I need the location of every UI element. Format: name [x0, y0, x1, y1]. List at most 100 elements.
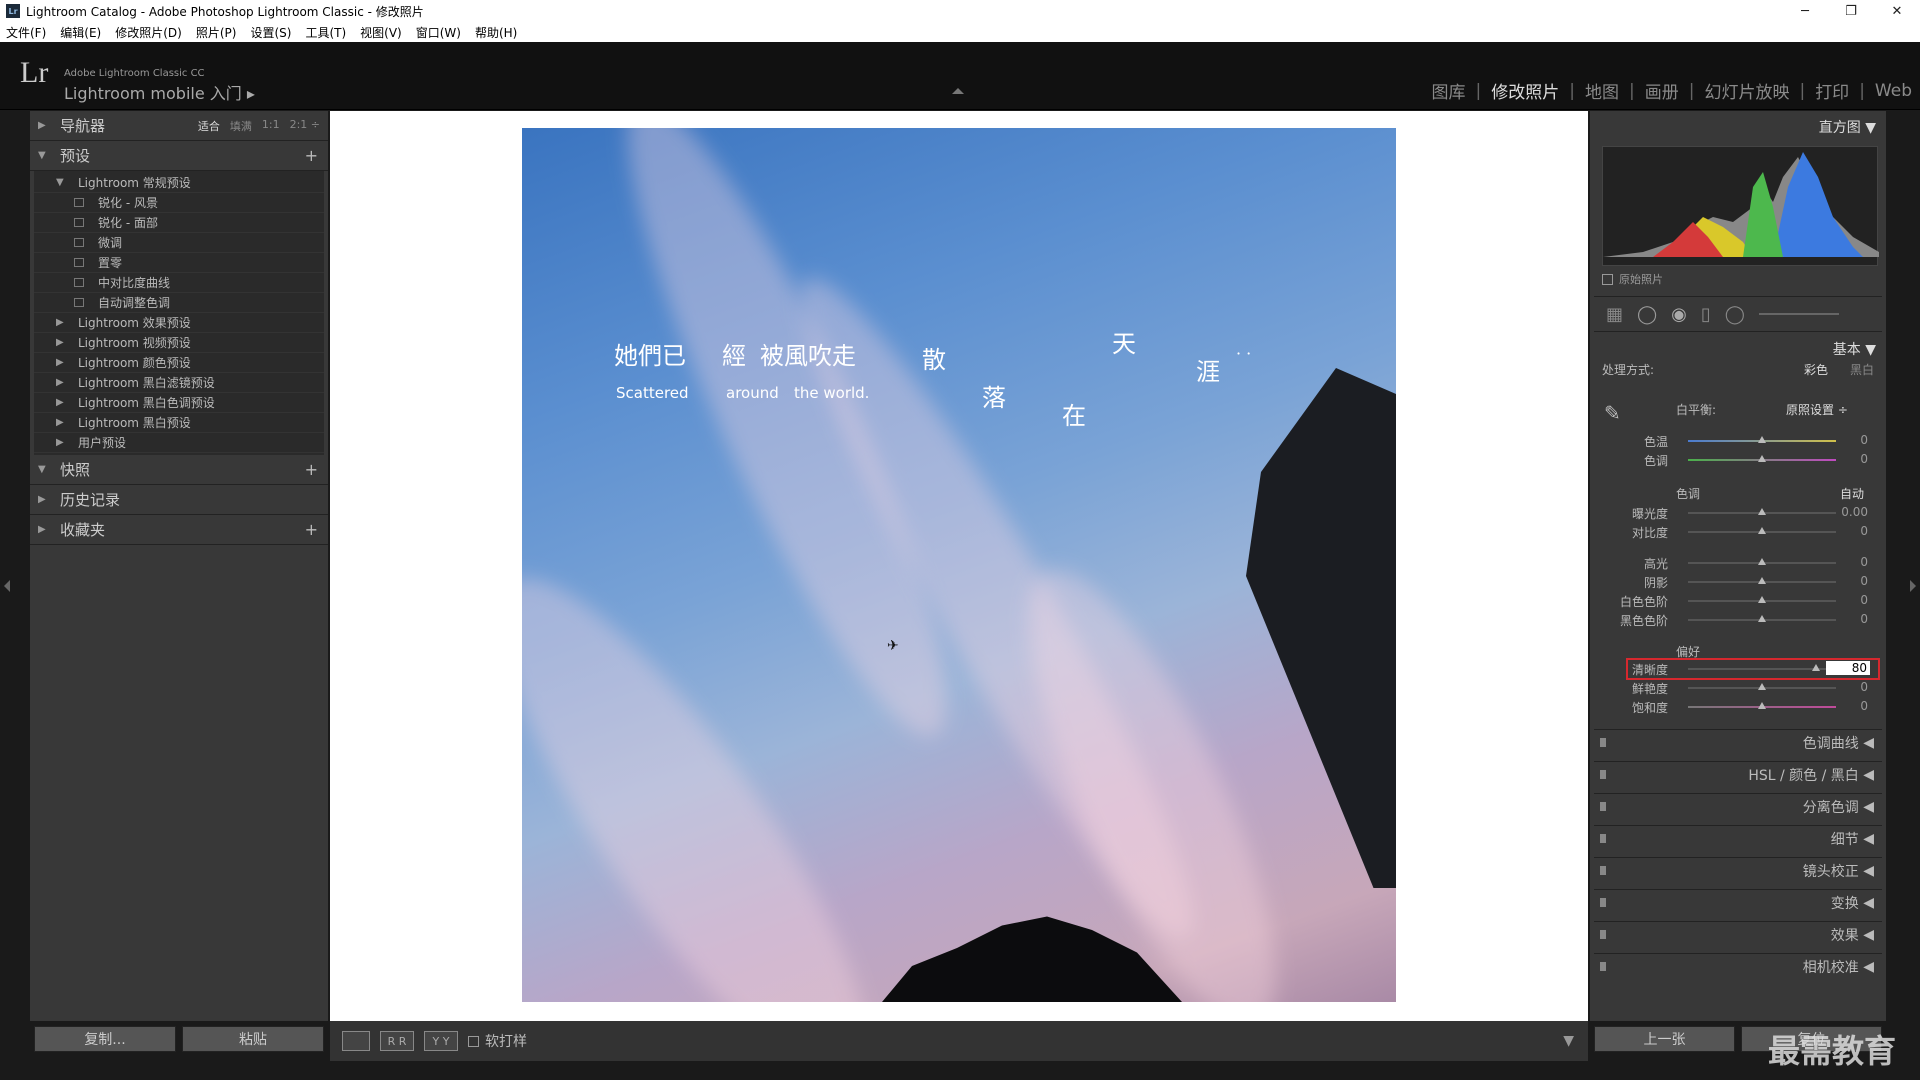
- menu-help[interactable]: 帮助(H): [475, 24, 517, 41]
- close-button[interactable]: ✕: [1874, 0, 1920, 22]
- crop-icon[interactable]: ▦: [1606, 304, 1623, 325]
- identity-mobile-link[interactable]: Lightroom mobile 入门 ▸: [64, 80, 255, 104]
- original-photo-checkbox[interactable]: [1602, 273, 1613, 285]
- module-web[interactable]: Web: [1875, 81, 1912, 101]
- loupe-view-icon[interactable]: [342, 1031, 370, 1051]
- panel-switch-icon[interactable]: [1600, 898, 1606, 907]
- clarity-value-input[interactable]: 80: [1826, 661, 1870, 675]
- toolbar-menu-icon[interactable]: ▼: [1563, 1033, 1574, 1049]
- module-library[interactable]: 图库: [1432, 78, 1466, 103]
- highlights-thumb[interactable]: [1758, 558, 1766, 565]
- original-photo-toggle[interactable]: 原始照片: [1602, 271, 1663, 287]
- panel-switch-icon[interactable]: [1600, 834, 1606, 843]
- preset-folder[interactable]: ▶ Lightroom 效果预设: [34, 313, 324, 333]
- auto-tone-button[interactable]: 自动: [1840, 485, 1864, 502]
- module-map[interactable]: 地图: [1585, 78, 1619, 103]
- preset-folder[interactable]: ▼ Lightroom 常规预设: [34, 173, 324, 193]
- shadows-thumb[interactable]: [1758, 577, 1766, 584]
- panel-switch-icon[interactable]: [1600, 770, 1606, 779]
- shadows-slider-row[interactable]: 阴影 0: [1600, 574, 1880, 590]
- whites-thumb[interactable]: [1758, 596, 1766, 603]
- section-detail[interactable]: 细节 ◀: [1594, 825, 1882, 851]
- copy-settings-button[interactable]: 复制...: [34, 1026, 176, 1052]
- preset-folder[interactable]: ▶ Lightroom 黑白色调预设: [34, 393, 324, 413]
- vibrance-thumb[interactable]: [1758, 683, 1766, 690]
- zoom-1-1[interactable]: 1:1: [262, 118, 280, 134]
- contrast-slider-row[interactable]: 对比度 0: [1600, 524, 1880, 540]
- exposure-thumb[interactable]: [1758, 508, 1766, 515]
- preset-folder[interactable]: ▶ Lightroom 黑白滤镜预设: [34, 373, 324, 393]
- menu-view[interactable]: 视图(V): [360, 24, 402, 41]
- vibrance-slider-row[interactable]: 鲜艳度 0: [1600, 680, 1880, 696]
- graduated-filter-icon[interactable]: ▯: [1701, 304, 1711, 325]
- histogram[interactable]: [1602, 146, 1879, 266]
- preset-item[interactable]: 锐化 - 面部: [34, 213, 324, 233]
- maximize-button[interactable]: ❐: [1828, 0, 1874, 22]
- tint-thumb[interactable]: [1758, 455, 1766, 462]
- preset-item[interactable]: 微调: [34, 233, 324, 253]
- snapshots-header[interactable]: ▼ 快照 +: [30, 455, 328, 485]
- menu-settings[interactable]: 设置(S): [250, 24, 291, 41]
- radial-filter-icon[interactable]: ◯: [1725, 304, 1745, 325]
- collections-header[interactable]: ▶ 收藏夹 +: [30, 515, 328, 545]
- preset-item[interactable]: 中对比度曲线: [34, 273, 324, 293]
- histogram-header[interactable]: 直方图 ▼: [1819, 117, 1876, 137]
- section-camera-calibration[interactable]: 相机校准 ◀: [1594, 953, 1882, 979]
- zoom-2-1[interactable]: 2:1 ÷: [290, 118, 320, 134]
- panel-switch-icon[interactable]: [1600, 802, 1606, 811]
- menu-file[interactable]: 文件(F): [6, 24, 46, 41]
- tint-slider-row[interactable]: 色调 0: [1600, 452, 1880, 468]
- menu-edit[interactable]: 编辑(E): [60, 24, 101, 41]
- menu-tools[interactable]: 工具(T): [305, 24, 346, 41]
- saturation-slider-row[interactable]: 饱和度 0: [1600, 699, 1880, 715]
- clarity-slider-row[interactable]: 清晰度 80: [1600, 661, 1880, 677]
- paste-settings-button[interactable]: 粘贴: [182, 1026, 324, 1052]
- before-after-swap-icon[interactable]: Y Y: [424, 1031, 458, 1051]
- history-header[interactable]: ▶ 历史记录: [30, 485, 328, 515]
- section-split-toning[interactable]: 分离色调 ◀: [1594, 793, 1882, 819]
- section-hsl[interactable]: HSL / 颜色 / 黑白 ◀: [1594, 761, 1882, 787]
- brush-slider[interactable]: [1758, 313, 1839, 315]
- collapse-top-arrow-icon[interactable]: [952, 88, 964, 94]
- clarity-thumb[interactable]: [1812, 664, 1820, 671]
- exposure-slider-row[interactable]: 曝光度 0.00: [1600, 505, 1880, 521]
- module-book[interactable]: 画册: [1645, 78, 1679, 103]
- section-effects[interactable]: 效果 ◀: [1594, 921, 1882, 947]
- highlights-slider-row[interactable]: 高光 0: [1600, 555, 1880, 571]
- right-panel-toggle-icon[interactable]: [1910, 580, 1916, 592]
- basic-header[interactable]: 基本 ▼: [1833, 339, 1876, 359]
- treatment-bw[interactable]: 黑白: [1850, 361, 1874, 378]
- navigator-header[interactable]: ▶ 导航器 适合 填满 1:1 2:1 ÷: [30, 111, 328, 141]
- zoom-fit[interactable]: 适合: [198, 118, 220, 134]
- saturation-thumb[interactable]: [1758, 702, 1766, 709]
- treatment-color[interactable]: 彩色: [1804, 361, 1828, 378]
- temp-thumb[interactable]: [1758, 436, 1766, 443]
- add-collection-icon[interactable]: +: [305, 520, 318, 539]
- white-balance-eyedropper-icon[interactable]: ✎: [1604, 401, 1621, 425]
- temp-slider-row[interactable]: 色温 0: [1600, 433, 1880, 449]
- minimize-button[interactable]: ─: [1782, 0, 1828, 22]
- previous-button[interactable]: 上一张: [1594, 1026, 1735, 1052]
- preset-folder[interactable]: ▶ 用户预设: [34, 433, 324, 453]
- preset-item[interactable]: 置零: [34, 253, 324, 273]
- preset-item[interactable]: 自动调整色调: [34, 293, 324, 313]
- photo-image[interactable]: ✈ 她們已 經 被風吹走 散 落 在 天 涯 · · Scattered aro…: [522, 128, 1396, 1002]
- panel-switch-icon[interactable]: [1600, 866, 1606, 875]
- whites-slider-row[interactable]: 白色色阶 0: [1600, 593, 1880, 609]
- menu-photo[interactable]: 照片(P): [196, 24, 237, 41]
- zoom-fill[interactable]: 填满: [230, 118, 252, 134]
- red-eye-icon[interactable]: ◉: [1671, 304, 1687, 325]
- module-print[interactable]: 打印: [1815, 78, 1849, 103]
- module-develop[interactable]: 修改照片: [1491, 78, 1559, 103]
- spot-removal-icon[interactable]: ◯: [1637, 304, 1657, 325]
- preset-item[interactable]: 锐化 - 风景: [34, 193, 324, 213]
- white-balance-dropdown[interactable]: 原照设置 ÷: [1786, 401, 1848, 418]
- section-tone-curve[interactable]: 色调曲线 ◀: [1594, 729, 1882, 755]
- left-panel-toggle-icon[interactable]: [4, 580, 10, 592]
- contrast-thumb[interactable]: [1758, 527, 1766, 534]
- panel-switch-icon[interactable]: [1600, 962, 1606, 971]
- section-lens-corrections[interactable]: 镜头校正 ◀: [1594, 857, 1882, 883]
- add-snapshot-icon[interactable]: +: [305, 460, 318, 479]
- before-after-icon[interactable]: R R: [380, 1031, 414, 1051]
- preset-folder[interactable]: ▶ Lightroom 黑白预设: [34, 413, 324, 433]
